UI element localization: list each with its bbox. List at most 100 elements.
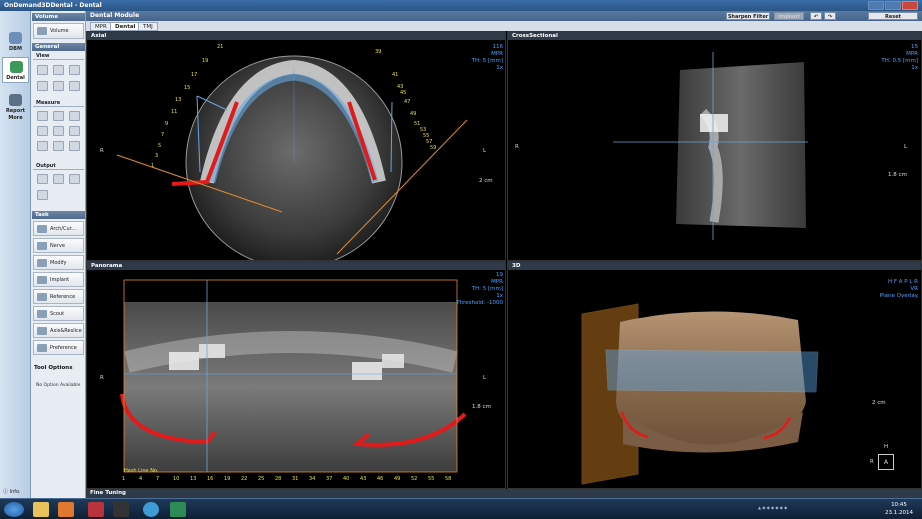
hash-number: 7: [156, 476, 160, 482]
ondemand3d-icon[interactable]: [170, 502, 186, 517]
cross-sectional-viewport[interactable]: CrossSectional 15 MPR TH: 0.5 [mm] 1x R …: [507, 31, 922, 261]
3d-viewport[interactable]: 3D H F A P L R VR Plane Overlay 2 cm H R…: [507, 261, 922, 489]
cross-scale: 1.8 cm: [888, 172, 907, 178]
capture-tool-icon[interactable]: [37, 174, 48, 184]
task-reference-button[interactable]: Reference: [33, 289, 84, 304]
hash-number: 13: [190, 476, 197, 482]
camera-tool-icon[interactable]: [69, 81, 80, 91]
3d-orientation-buttons[interactable]: H F A P L R: [838, 279, 918, 286]
rail-item-more[interactable]: More: [2, 114, 29, 124]
tooth-number: 13: [175, 97, 182, 103]
explorer-icon[interactable]: [33, 502, 49, 517]
point-tool-icon[interactable]: [37, 141, 48, 151]
system-tray[interactable]: ▲ ◆ ◆ ◆ ◆ ◆ ◆: [758, 505, 878, 513]
clock[interactable]: 10:45 23.1.2014: [885, 501, 913, 517]
info-label: Info.: [9, 489, 21, 495]
axial-right-label: R: [100, 148, 104, 154]
cross-right-label: R: [515, 144, 519, 150]
close-button[interactable]: [902, 1, 918, 10]
implant-toolbar-button[interactable]: Implant: [774, 12, 804, 20]
task-implant-button[interactable]: Implant: [33, 272, 84, 287]
volume-button[interactable]: Volume: [33, 23, 84, 39]
minimize-button[interactable]: [868, 1, 884, 10]
movie-tool-icon[interactable]: [69, 174, 80, 184]
task-label: Modify: [50, 260, 67, 266]
contrast-tool-icon[interactable]: [69, 65, 80, 75]
hash-number: 46: [377, 476, 384, 482]
tooth-number: 9: [165, 121, 169, 127]
tooth-number: 45: [400, 90, 407, 96]
orientation-cube[interactable]: A: [878, 454, 894, 470]
volume-button-label: Volume: [50, 28, 69, 34]
task-modify-button[interactable]: Modify: [33, 255, 84, 270]
task-label: Nerve: [50, 243, 65, 249]
pan-tool-icon[interactable]: [37, 65, 48, 75]
print-tool-icon[interactable]: [37, 190, 48, 200]
3d-info: H F A P L R VR Plane Overlay: [838, 279, 918, 300]
note-tool-icon[interactable]: [53, 141, 64, 151]
rail-item-dental[interactable]: Dental: [2, 57, 29, 83]
ruler-tool-icon[interactable]: [37, 111, 48, 121]
task-label: Reference: [50, 294, 76, 300]
panorama-info: 19 MPR TH: 5 [mm] 1x Threshold: -1000: [417, 272, 503, 307]
tooth-number: 5: [158, 143, 162, 149]
task-scout-button[interactable]: Scout: [33, 306, 84, 321]
task-nerve-button[interactable]: Nerve: [33, 238, 84, 253]
hash-number: 31: [292, 476, 299, 482]
arch-icon: [37, 225, 47, 233]
zoom-tool-icon[interactable]: [53, 65, 64, 75]
tooth-number: 7: [161, 132, 165, 138]
undo-icon[interactable]: ↶: [810, 12, 822, 20]
tab-mpr[interactable]: MPR: [90, 22, 112, 31]
tab-dental[interactable]: Dental: [110, 22, 141, 31]
hash-number: 22: [241, 476, 248, 482]
browser-icon[interactable]: [143, 502, 159, 517]
info-link[interactable]: ⓘ Info.: [3, 488, 21, 495]
cross-mode: MPR: [906, 51, 918, 57]
task-label: Implant: [50, 277, 70, 283]
arrow-tool-icon[interactable]: [69, 126, 80, 136]
eraser-tool-icon[interactable]: [69, 141, 80, 151]
maximize-button[interactable]: [885, 1, 901, 10]
ellipse-tool-icon[interactable]: [53, 126, 64, 136]
rail-item-dbm[interactable]: DBM: [2, 29, 29, 55]
rect-tool-icon[interactable]: [37, 126, 48, 136]
task-preference-button[interactable]: Preference: [33, 340, 84, 355]
3d-scale: 2 cm: [872, 400, 886, 406]
rotate-tool-icon[interactable]: [53, 81, 64, 91]
tooth-number: 21: [217, 44, 224, 50]
view-group-label: View: [33, 53, 84, 60]
tooth-icon: [10, 61, 23, 73]
axial-image: [116, 55, 468, 260]
angle-tool-icon[interactable]: [53, 111, 64, 121]
hash-number: 37: [326, 476, 333, 482]
curve-tool-icon[interactable]: [69, 111, 80, 121]
fine-tuning-bar[interactable]: Fine Tuning: [86, 489, 922, 498]
media-player-icon[interactable]: [58, 502, 74, 517]
task-axis-reslice-button[interactable]: Axis&Reslice: [33, 323, 84, 338]
layout-tool-icon[interactable]: [53, 174, 64, 184]
hash-number: 10: [173, 476, 180, 482]
panorama-viewport[interactable]: Panorama 19 MPR TH: 5 [mm] 1x Threshold:…: [86, 261, 506, 489]
volume-header: Volume: [32, 13, 85, 21]
sharpen-filter-button[interactable]: Sharpen Filter: [726, 12, 770, 20]
tooth-number: 39: [375, 49, 382, 55]
reset-button[interactable]: Reset: [868, 12, 918, 20]
app-s-icon[interactable]: [88, 502, 104, 517]
hash-number: 55: [428, 476, 435, 482]
axial-viewport[interactable]: Axial 116 MPR TH: 5 [mm] 1x R L 2 cm 1 3…: [86, 31, 506, 261]
redo-icon[interactable]: ↷: [824, 12, 836, 20]
start-button-icon[interactable]: [4, 502, 24, 517]
hash-number: 52: [411, 476, 418, 482]
fit-tool-icon[interactable]: [37, 81, 48, 91]
axial-scale: 2 cm: [479, 178, 493, 184]
task-arch-curve-button[interactable]: Arch/Cur...: [33, 221, 84, 236]
hash-line-numbers: 1 4 7 10 13 16 19 22 25 28 31 34 37 40 4…: [122, 476, 462, 484]
panorama-scale: 1.8 cm: [472, 404, 491, 410]
module-title: Dental Module: [90, 12, 140, 19]
hash-number: 49: [394, 476, 401, 482]
hash-number: 43: [360, 476, 367, 482]
tooth-number: 19: [202, 58, 209, 64]
tab-tmj[interactable]: TMJ: [138, 22, 158, 31]
calculator-icon[interactable]: [113, 502, 129, 517]
